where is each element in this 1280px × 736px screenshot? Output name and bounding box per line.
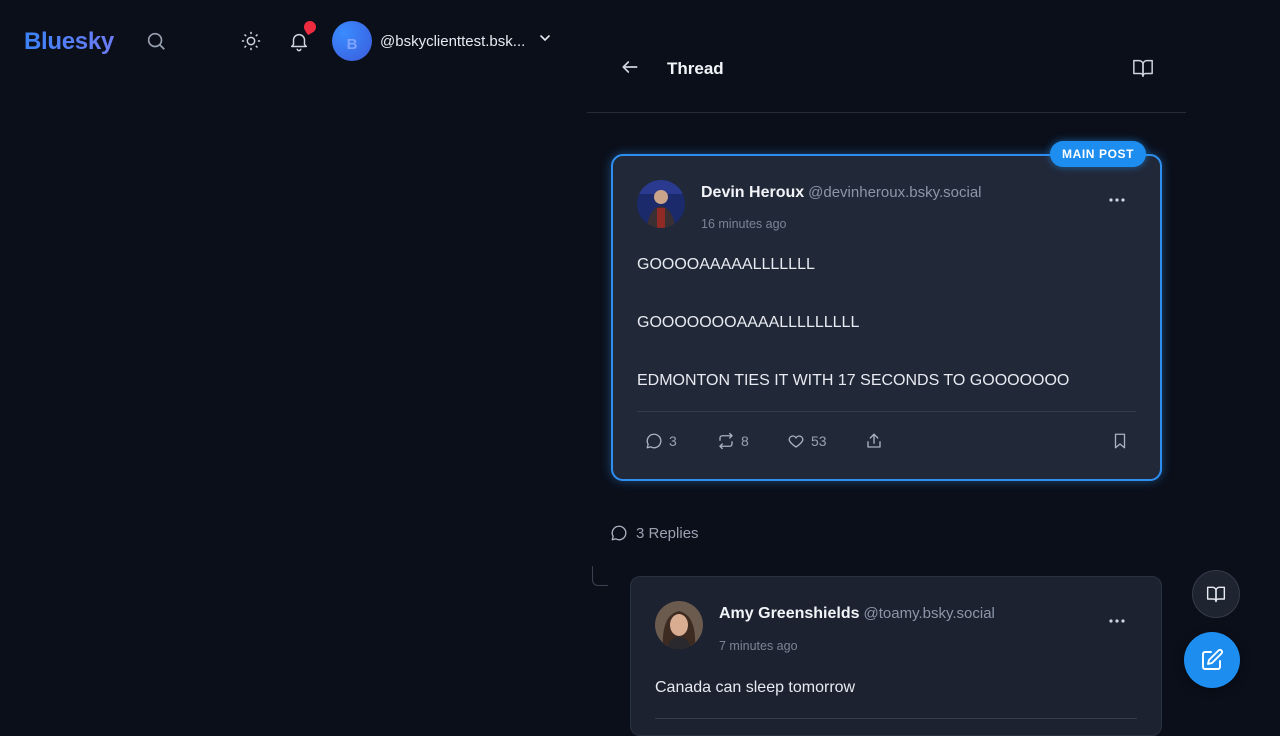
comment-icon: [611, 525, 627, 541]
sun-icon: [241, 31, 261, 51]
thread-header: Thread: [587, 0, 1186, 113]
thread-connector: [592, 566, 608, 586]
bookmark-icon: [1114, 433, 1126, 449]
post-timestamp[interactable]: 16 minutes ago: [701, 217, 786, 231]
post-author[interactable]: Amy Greenshields @toamy.bsky.social: [719, 605, 995, 623]
theme-toggle-button[interactable]: [239, 29, 263, 53]
thread-column: Thread Devin Heroux @devinheroux.bsky.soc…: [587, 0, 1186, 736]
chevron-down-icon: [540, 35, 550, 42]
author-photo: [655, 601, 703, 649]
main-post-badge: MAIN POST: [1050, 141, 1147, 167]
repost-icon: [719, 432, 733, 450]
repost-count: 8: [741, 433, 749, 449]
like-count: 53: [811, 433, 827, 449]
avatar: B: [332, 21, 372, 61]
post-author[interactable]: Devin Heroux @devinheroux.bsky.social: [701, 184, 982, 202]
app-logo[interactable]: Bluesky: [24, 28, 114, 56]
heart-icon: [788, 435, 804, 448]
author-photo: [637, 180, 685, 228]
post-text-line: GOOOOAAAAALLLLLLL: [637, 256, 815, 273]
top-bar: Bluesky B @bskyclienttest.bsk...: [0, 0, 580, 80]
post-timestamp[interactable]: 7 minutes ago: [719, 639, 798, 653]
reply-button[interactable]: 3: [645, 432, 677, 450]
repost-button[interactable]: 8: [717, 432, 749, 450]
search-button[interactable]: [144, 29, 168, 53]
divider: [655, 718, 1137, 719]
arrow-left-icon: [622, 61, 638, 73]
author-name: Devin Heroux: [701, 184, 805, 201]
reader-mode-button[interactable]: [1132, 57, 1154, 79]
bookmark-button[interactable]: [1111, 432, 1129, 450]
search-icon: [147, 32, 165, 50]
post-text-line: Canada can sleep tomorrow: [655, 679, 856, 696]
post-more-button[interactable]: [1107, 190, 1127, 210]
avatar[interactable]: [637, 180, 685, 228]
share-icon: [867, 433, 881, 448]
edit-icon: [1202, 649, 1223, 670]
comment-icon: [646, 433, 662, 449]
post-more-button[interactable]: [1107, 611, 1127, 631]
more-horizontal-icon: [1109, 619, 1125, 623]
account-switcher[interactable]: B @bskyclienttest.bsk...: [332, 21, 562, 61]
author-handle: @devinheroux.bsky.social: [808, 184, 982, 201]
page-title: Thread: [667, 59, 724, 78]
book-open-icon: [1206, 586, 1226, 603]
replies-header: 3 Replies: [610, 524, 699, 542]
divider: [637, 411, 1136, 412]
avatar[interactable]: [655, 601, 703, 649]
account-handle: @bskyclienttest.bsk...: [380, 32, 526, 50]
author-name: Amy Greenshields: [719, 605, 860, 622]
book-open-icon: [1133, 59, 1153, 77]
main-post-card[interactable]: Devin Heroux @devinheroux.bsky.social 16 …: [611, 154, 1162, 481]
post-text-line: GOOOOOOOAAAALLLLLLLLL: [637, 314, 860, 331]
back-button[interactable]: [620, 57, 640, 77]
post-text-line: EDMONTON TIES IT WITH 17 SECONDS TO GOOO…: [637, 372, 1070, 389]
share-button[interactable]: [865, 432, 883, 450]
like-button[interactable]: 53: [787, 432, 827, 450]
reply-count: 3: [669, 433, 677, 449]
compose-button[interactable]: [1184, 632, 1240, 688]
author-handle: @toamy.bsky.social: [863, 605, 995, 622]
more-horizontal-icon: [1109, 198, 1125, 202]
reply-card[interactable]: Amy Greenshields @toamy.bsky.social 7 min…: [630, 576, 1162, 736]
reader-mode-fab[interactable]: [1192, 570, 1240, 618]
replies-count-label: 3 Replies: [636, 524, 699, 542]
